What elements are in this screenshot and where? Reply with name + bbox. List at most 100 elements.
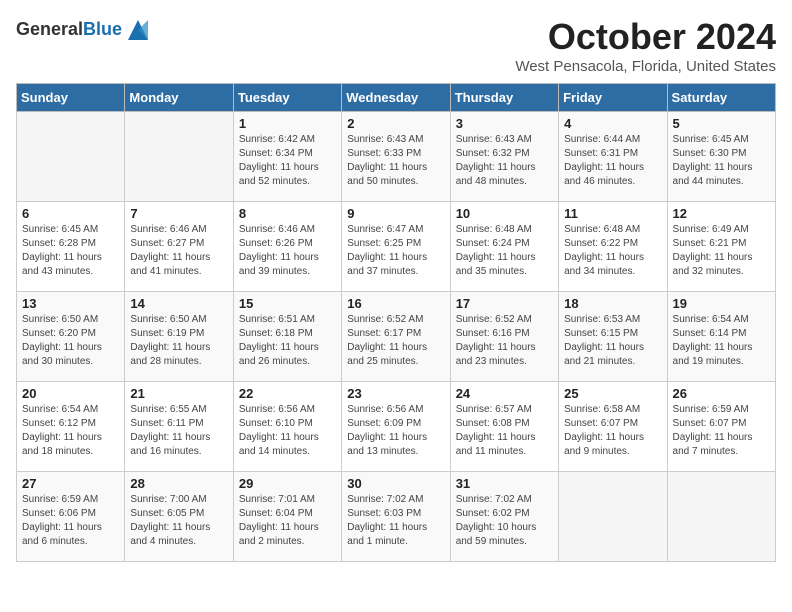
day-detail: Sunrise: 7:00 AM Sunset: 6:05 PM Dayligh… (130, 493, 227, 549)
day-detail: Sunrise: 6:46 AM Sunset: 6:27 PM Dayligh… (130, 223, 227, 279)
day-number: 20 (22, 386, 119, 401)
day-number: 1 (239, 116, 336, 131)
week-row-4: 27 Sunrise: 6:59 AM Sunset: 6:06 PM Dayli… (17, 472, 776, 562)
day-number: 16 (347, 296, 444, 311)
day-cell: 8 Sunrise: 6:46 AM Sunset: 6:26 PM Daylig… (233, 202, 341, 292)
day-cell: 12 Sunrise: 6:49 AM Sunset: 6:21 PM Dayli… (667, 202, 775, 292)
day-detail: Sunrise: 6:43 AM Sunset: 6:32 PM Dayligh… (456, 133, 553, 189)
day-detail: Sunrise: 6:56 AM Sunset: 6:10 PM Dayligh… (239, 403, 336, 459)
day-number: 8 (239, 206, 336, 221)
page-header: GeneralBlue October 2024 West Pensacola,… (16, 16, 776, 75)
day-number: 15 (239, 296, 336, 311)
day-number: 26 (673, 386, 770, 401)
day-cell: 30 Sunrise: 7:02 AM Sunset: 6:03 PM Dayli… (342, 472, 450, 562)
logo-general: GeneralBlue (16, 20, 122, 40)
day-cell: 24 Sunrise: 6:57 AM Sunset: 6:08 PM Dayli… (450, 382, 558, 472)
day-cell: 1 Sunrise: 6:42 AM Sunset: 6:34 PM Daylig… (233, 112, 341, 202)
day-number: 27 (22, 476, 119, 491)
day-cell: 20 Sunrise: 6:54 AM Sunset: 6:12 PM Dayli… (17, 382, 125, 472)
day-detail: Sunrise: 6:43 AM Sunset: 6:33 PM Dayligh… (347, 133, 444, 189)
header-cell-thursday: Thursday (450, 84, 558, 112)
day-number: 4 (564, 116, 661, 131)
week-row-3: 20 Sunrise: 6:54 AM Sunset: 6:12 PM Dayli… (17, 382, 776, 472)
day-cell (667, 472, 775, 562)
day-cell: 19Sunrise: 6:54 AM Sunset: 6:14 PM Dayli… (667, 292, 775, 382)
day-cell: 27 Sunrise: 6:59 AM Sunset: 6:06 PM Dayli… (17, 472, 125, 562)
day-detail: Sunrise: 6:48 AM Sunset: 6:22 PM Dayligh… (564, 223, 661, 279)
calendar-table: SundayMondayTuesdayWednesdayThursdayFrid… (16, 83, 776, 562)
day-detail: Sunrise: 6:58 AM Sunset: 6:07 PM Dayligh… (564, 403, 661, 459)
header-cell-wednesday: Wednesday (342, 84, 450, 112)
day-number: 30 (347, 476, 444, 491)
day-detail: Sunrise: 6:51 AM Sunset: 6:18 PM Dayligh… (239, 313, 336, 369)
week-row-1: 6 Sunrise: 6:45 AM Sunset: 6:28 PM Daylig… (17, 202, 776, 292)
day-detail: Sunrise: 6:42 AM Sunset: 6:34 PM Dayligh… (239, 133, 336, 189)
header-cell-saturday: Saturday (667, 84, 775, 112)
page-title: October 2024 (515, 16, 776, 58)
day-detail: Sunrise: 6:45 AM Sunset: 6:28 PM Dayligh… (22, 223, 119, 279)
day-cell: 23 Sunrise: 6:56 AM Sunset: 6:09 PM Dayli… (342, 382, 450, 472)
day-number: 2 (347, 116, 444, 131)
title-section: October 2024 West Pensacola, Florida, Un… (515, 16, 776, 75)
day-detail: Sunrise: 7:02 AM Sunset: 6:03 PM Dayligh… (347, 493, 444, 549)
day-cell (559, 472, 667, 562)
week-row-0: 1 Sunrise: 6:42 AM Sunset: 6:34 PM Daylig… (17, 112, 776, 202)
day-cell: 5 Sunrise: 6:45 AM Sunset: 6:30 PM Daylig… (667, 112, 775, 202)
day-detail: Sunrise: 6:56 AM Sunset: 6:09 PM Dayligh… (347, 403, 444, 459)
header-cell-tuesday: Tuesday (233, 84, 341, 112)
header-cell-friday: Friday (559, 84, 667, 112)
day-cell: 22 Sunrise: 6:56 AM Sunset: 6:10 PM Dayli… (233, 382, 341, 472)
day-number: 9 (347, 206, 444, 221)
day-cell (125, 112, 233, 202)
header-row: SundayMondayTuesdayWednesdayThursdayFrid… (17, 84, 776, 112)
day-cell: 26Sunrise: 6:59 AM Sunset: 6:07 PM Dayli… (667, 382, 775, 472)
day-number: 5 (673, 116, 770, 131)
page-subtitle: West Pensacola, Florida, United States (515, 58, 776, 75)
day-detail: Sunrise: 6:45 AM Sunset: 6:30 PM Dayligh… (673, 133, 770, 189)
day-cell: 7 Sunrise: 6:46 AM Sunset: 6:27 PM Daylig… (125, 202, 233, 292)
day-detail: Sunrise: 7:02 AM Sunset: 6:02 PM Dayligh… (456, 493, 553, 549)
day-detail: Sunrise: 6:47 AM Sunset: 6:25 PM Dayligh… (347, 223, 444, 279)
day-number: 23 (347, 386, 444, 401)
day-cell: 28 Sunrise: 7:00 AM Sunset: 6:05 PM Dayli… (125, 472, 233, 562)
day-cell: 6 Sunrise: 6:45 AM Sunset: 6:28 PM Daylig… (17, 202, 125, 292)
header-cell-monday: Monday (125, 84, 233, 112)
day-number: 31 (456, 476, 553, 491)
day-detail: Sunrise: 6:44 AM Sunset: 6:31 PM Dayligh… (564, 133, 661, 189)
day-detail: Sunrise: 6:59 AM Sunset: 6:06 PM Dayligh… (22, 493, 119, 549)
day-number: 24 (456, 386, 553, 401)
day-detail: Sunrise: 6:52 AM Sunset: 6:16 PM Dayligh… (456, 313, 553, 369)
day-number: 22 (239, 386, 336, 401)
day-detail: Sunrise: 6:54 AM Sunset: 6:12 PM Dayligh… (22, 403, 119, 459)
day-detail: Sunrise: 6:55 AM Sunset: 6:11 PM Dayligh… (130, 403, 227, 459)
day-number: 18 (564, 296, 661, 311)
logo-icon (124, 16, 152, 44)
day-detail: Sunrise: 6:50 AM Sunset: 6:19 PM Dayligh… (130, 313, 227, 369)
day-detail: Sunrise: 6:57 AM Sunset: 6:08 PM Dayligh… (456, 403, 553, 459)
day-cell: 3 Sunrise: 6:43 AM Sunset: 6:32 PM Daylig… (450, 112, 558, 202)
calendar-body: 1 Sunrise: 6:42 AM Sunset: 6:34 PM Daylig… (17, 112, 776, 562)
day-number: 21 (130, 386, 227, 401)
day-detail: Sunrise: 6:49 AM Sunset: 6:21 PM Dayligh… (673, 223, 770, 279)
day-cell: 13Sunrise: 6:50 AM Sunset: 6:20 PM Dayli… (17, 292, 125, 382)
day-number: 7 (130, 206, 227, 221)
day-cell: 15 Sunrise: 6:51 AM Sunset: 6:18 PM Dayli… (233, 292, 341, 382)
day-cell: 21 Sunrise: 6:55 AM Sunset: 6:11 PM Dayli… (125, 382, 233, 472)
day-number: 14 (130, 296, 227, 311)
day-cell: 25 Sunrise: 6:58 AM Sunset: 6:07 PM Dayli… (559, 382, 667, 472)
day-cell: 17Sunrise: 6:52 AM Sunset: 6:16 PM Dayli… (450, 292, 558, 382)
day-detail: Sunrise: 6:46 AM Sunset: 6:26 PM Dayligh… (239, 223, 336, 279)
day-number: 28 (130, 476, 227, 491)
day-number: 12 (673, 206, 770, 221)
day-detail: Sunrise: 7:01 AM Sunset: 6:04 PM Dayligh… (239, 493, 336, 549)
day-number: 25 (564, 386, 661, 401)
day-cell: 18Sunrise: 6:53 AM Sunset: 6:15 PM Dayli… (559, 292, 667, 382)
day-number: 6 (22, 206, 119, 221)
day-cell: 14 Sunrise: 6:50 AM Sunset: 6:19 PM Dayli… (125, 292, 233, 382)
logo: GeneralBlue (16, 16, 152, 44)
day-cell: 9 Sunrise: 6:47 AM Sunset: 6:25 PM Daylig… (342, 202, 450, 292)
day-cell: 10Sunrise: 6:48 AM Sunset: 6:24 PM Dayli… (450, 202, 558, 292)
day-number: 10 (456, 206, 553, 221)
day-number: 13 (22, 296, 119, 311)
day-number: 3 (456, 116, 553, 131)
